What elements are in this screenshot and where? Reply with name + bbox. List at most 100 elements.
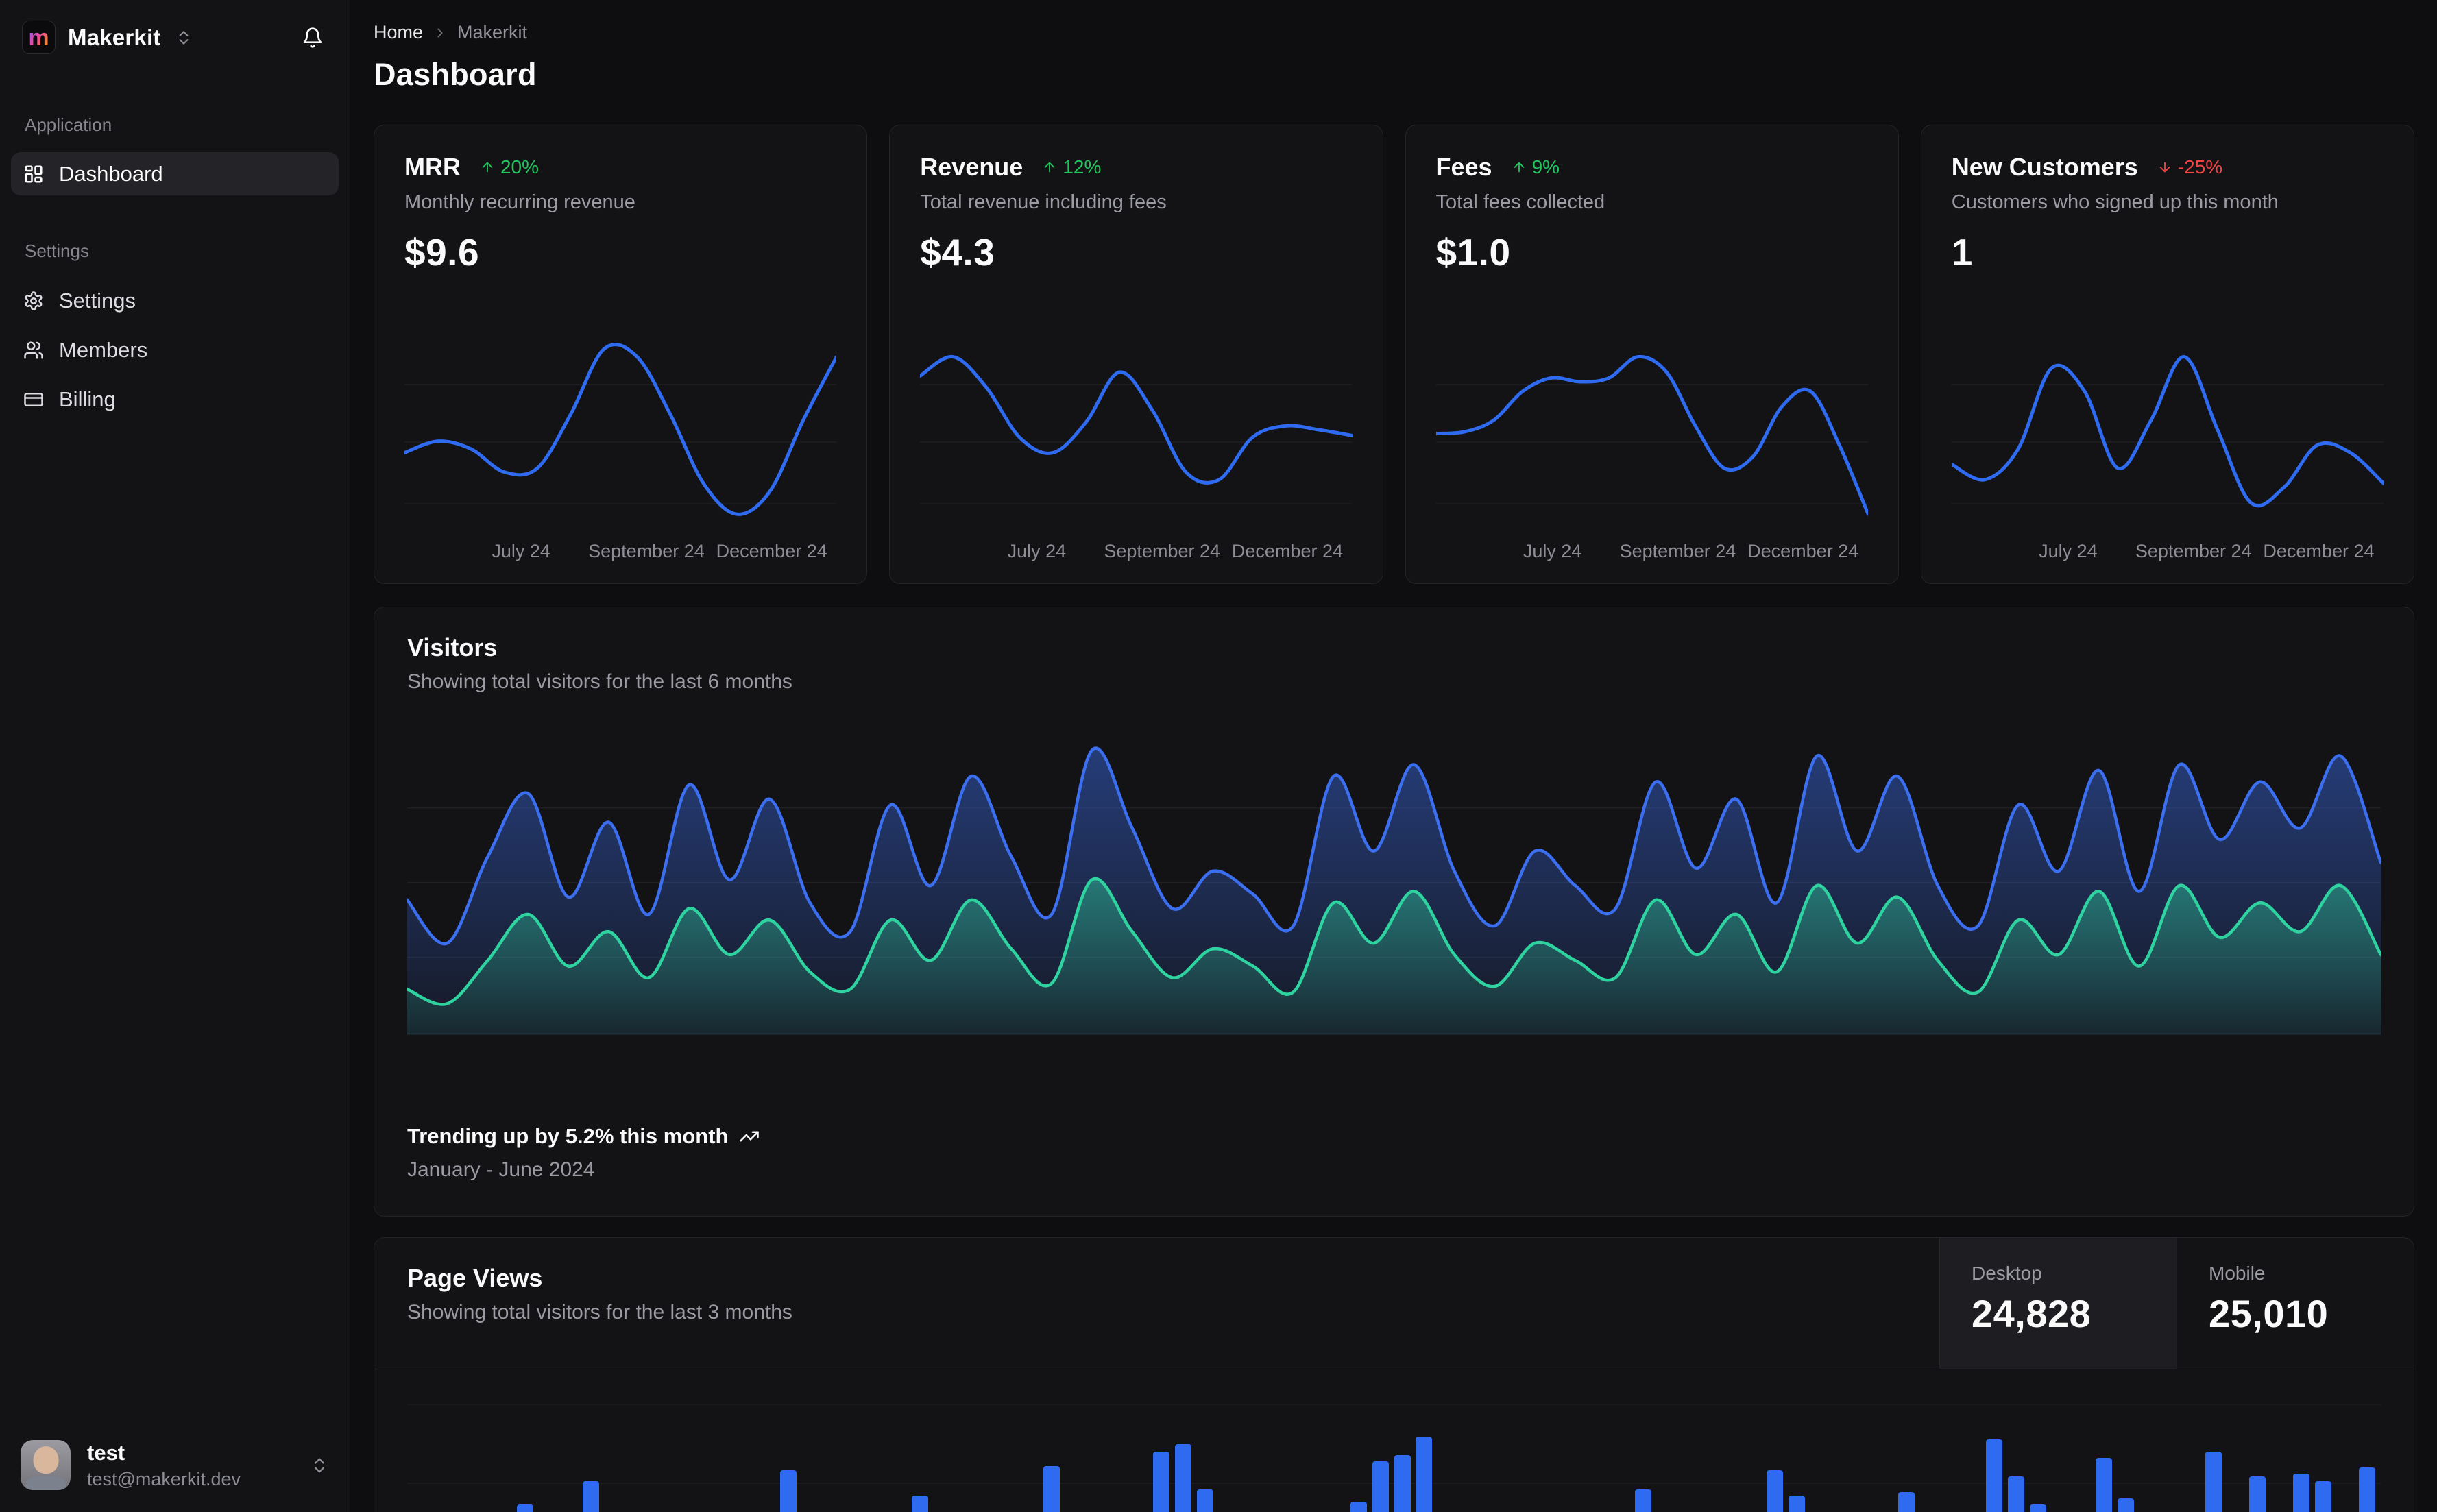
visitors-area-chart[interactable] [407,736,2381,1035]
section-label-settings: Settings [25,241,89,261]
visitors-period: January - June 2024 [407,1158,595,1181]
sidebar-item-label: Settings [59,289,136,313]
card-subtitle: Customers who signed up this month [1951,191,2279,213]
pageview-bar [1174,1444,1191,1512]
gridline [407,1404,2381,1405]
pageview-bar [1986,1439,2003,1512]
x-axis-labels: July 24 September 24 December 24 [1007,541,1343,561]
logo-letter: m [28,24,49,51]
pageview-bar [2359,1467,2375,1512]
stat-card-fees: Fees 9% Total fees collected $1.0 July 2… [1405,125,1899,584]
sidebar-item-label: Dashboard [59,161,163,186]
card-value: $1.0 [1435,231,1511,273]
pageview-bar [1372,1461,1389,1512]
user-email: test@makerkit.dev [87,1468,241,1489]
gear-icon [25,291,43,310]
sidebar-item-dashboard[interactable]: Dashboard [11,152,339,195]
stat-cards-row: MRR 20% Monthly recurring revenue $9.6 J… [374,125,2414,584]
card-title: Revenue [920,153,1023,181]
breadcrumb-current: Makerkit [457,22,528,42]
mobile-toggle[interactable]: Mobile 25,010 [2177,1238,2414,1369]
users-icon [24,341,43,359]
pageview-bar [1043,1466,1060,1512]
mobile-value: 25,010 [2209,1292,2329,1335]
desktop-label: Desktop [1972,1263,2042,1284]
user-menu[interactable]: test test@makerkit.dev [0,1440,350,1512]
card-title: MRR [404,153,461,181]
arrow-up-icon [1044,162,1055,173]
pageview-bar [2315,1481,2332,1512]
pageview-bar [1394,1455,1411,1512]
visitors-card: Visitors Showing total visitors for the … [374,607,2414,1217]
trend-badge: 20% [480,156,539,178]
pageview-bar [2293,1474,2310,1512]
main-content: Home Makerkit Dashboard MRR 20% Monthly … [350,0,2437,1512]
trending-up-icon [740,1131,760,1142]
bell-icon[interactable] [302,27,324,49]
sidebar: m Makerkit Application Dashboard Setting… [0,0,350,1512]
sparkline-chart[interactable]: July 24 September 24 December 24 [920,327,1352,565]
avatar [21,1440,71,1490]
pageview-bar [2008,1476,2025,1512]
pageview-bar [1196,1489,1213,1512]
pageview-bar [911,1496,928,1512]
user-meta: test test@makerkit.dev [87,1441,241,1490]
pageview-bar [516,1504,533,1512]
section-label-application: Application [25,114,112,135]
card-value: $4.3 [920,231,995,273]
visitors-subtitle: Showing total visitors for the last 6 mo… [407,670,792,693]
breadcrumb-home-link[interactable]: Home [374,22,423,43]
arrow-up-icon [482,162,493,173]
pageview-bar [2030,1504,2047,1512]
pageview-bar [1152,1452,1169,1512]
stat-card-new-customers: New Customers -25% Customers who signed … [1920,125,2414,584]
x-axis-labels: July 24 September 24 December 24 [492,541,827,561]
card-subtitle: Monthly recurring revenue [404,191,635,213]
user-name: test [87,1440,125,1465]
app-root: m Makerkit Application Dashboard Setting… [0,0,2437,1512]
page-views-title: Page Views [407,1264,543,1292]
pageview-bar [582,1481,599,1512]
sidebar-item-members[interactable]: Members [11,334,339,366]
sparkline-chart[interactable]: July 24 September 24 December 24 [1436,327,1868,565]
sidebar-nav: Application Dashboard Settings Settings [0,54,350,415]
arrow-down-icon [2159,162,2170,173]
desktop-value: 24,828 [1972,1292,2092,1335]
pageview-bar [1635,1489,1652,1512]
card-subtitle: Total fees collected [1435,191,1605,213]
workspace-header: m Makerkit [0,0,350,54]
page-views-header: Page Views Showing total visitors for th… [374,1238,2414,1369]
x-axis-labels: July 24 September 24 December 24 [1523,541,1859,561]
breadcrumb: Home Makerkit [374,22,2414,43]
pageview-bar [2249,1476,2266,1512]
makerkit-logo: m [22,21,56,54]
card-title: Fees [1435,153,1492,181]
pageview-bar [779,1470,797,1512]
pageview-bar [1416,1437,1433,1512]
arrow-up-icon [1514,162,1524,173]
layout-dashboard-icon [25,165,43,182]
card-value: 1 [1951,231,1973,273]
workspace-name: Makerkit [68,24,161,50]
page-views-card: Page Views Showing total visitors for th… [374,1237,2414,1512]
x-axis-labels: July 24 September 24 December 24 [2039,541,2375,561]
pageview-bar [1789,1496,1806,1512]
sparkline-chart[interactable]: July 24 September 24 December 24 [404,327,836,565]
sidebar-item-label: Billing [59,387,116,411]
sparkline-chart[interactable]: July 24 September 24 December 24 [1952,327,2384,565]
page-views-subtitle: Showing total visitors for the last 3 mo… [407,1301,792,1324]
card-subtitle: Total revenue including fees [920,191,1167,213]
trend-badge: 9% [1512,156,1560,178]
desktop-toggle[interactable]: Desktop 24,828 [1939,1238,2177,1369]
mobile-label: Mobile [2209,1263,2266,1284]
pageview-bar [2118,1498,2135,1512]
pageview-bar [1350,1502,1367,1512]
sidebar-item-billing[interactable]: Billing [11,384,339,415]
sidebar-item-settings[interactable]: Settings [11,285,339,317]
page-views-bar-chart[interactable] [407,1369,2381,1512]
chevrons-up-down-icon [315,1458,324,1472]
card-title: New Customers [1951,153,2138,181]
chevrons-up-down-icon[interactable] [175,29,193,47]
trend-badge: 12% [1042,156,1101,178]
stat-card-mrr: MRR 20% Monthly recurring revenue $9.6 J… [374,125,868,584]
